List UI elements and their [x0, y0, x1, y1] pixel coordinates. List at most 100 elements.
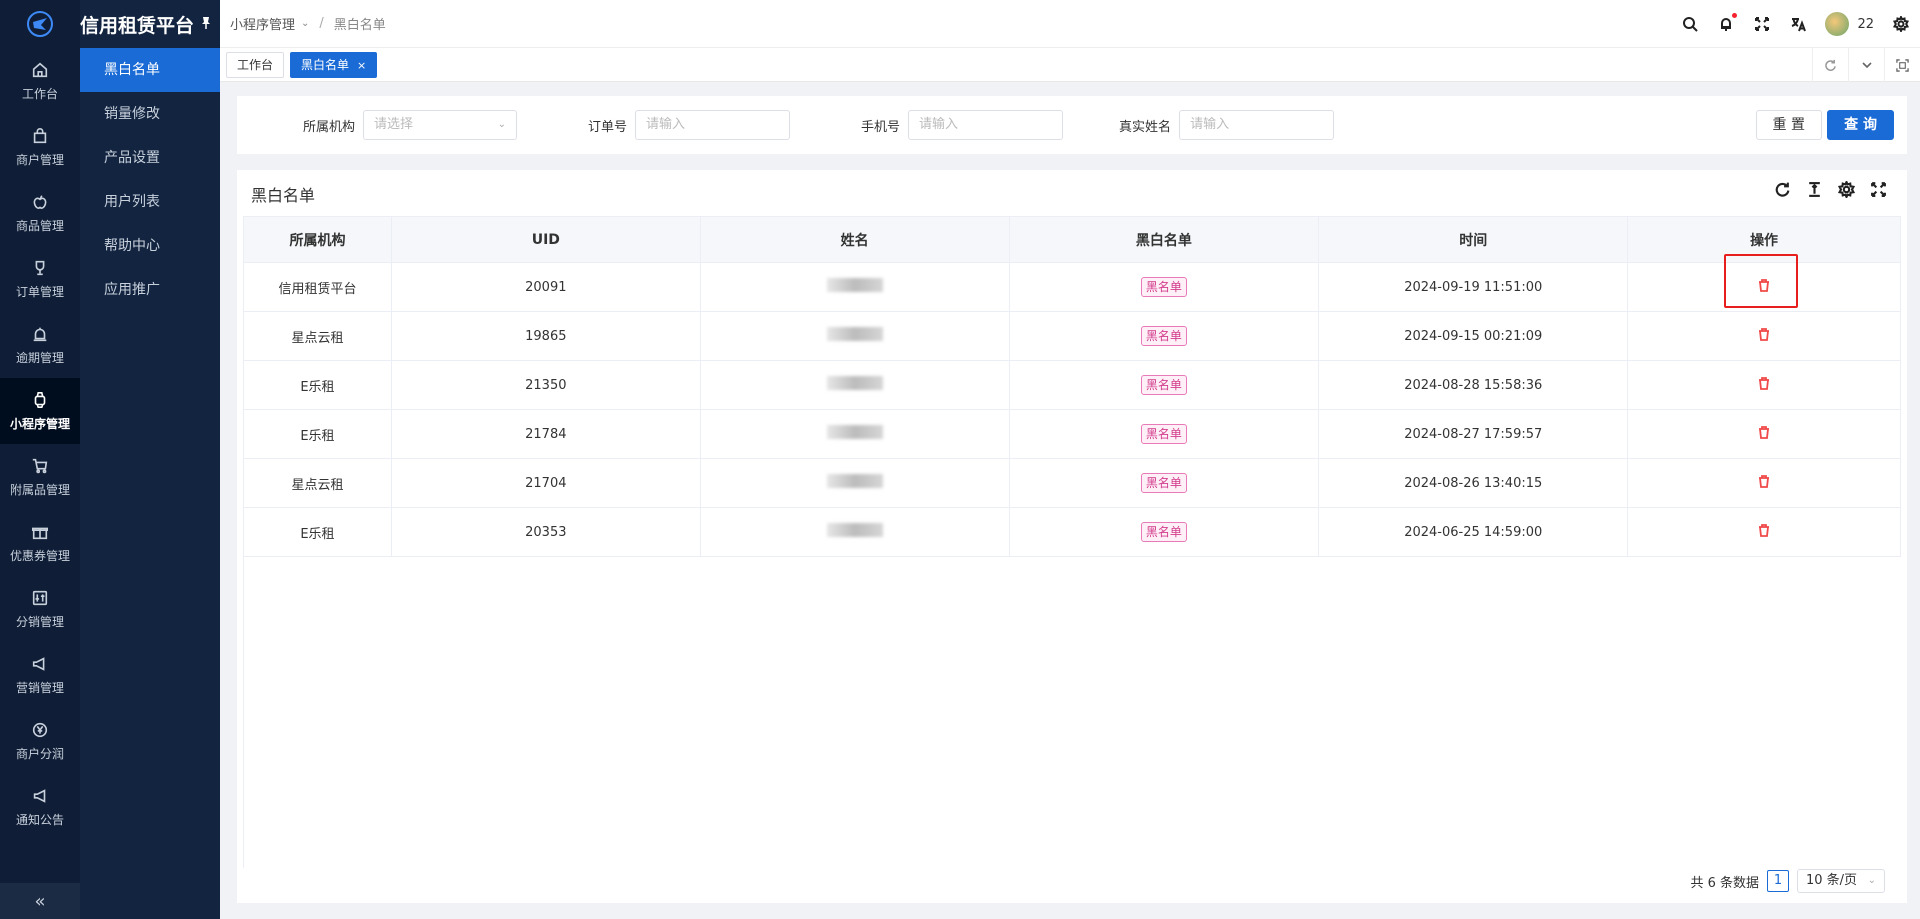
column-height-icon[interactable] — [1805, 180, 1823, 198]
column-header[interactable]: 所属机构 — [243, 216, 392, 263]
rail-item-coupon[interactable]: 优惠券管理 — [0, 510, 80, 576]
notification-dot — [1732, 13, 1738, 18]
fullscreen-icon[interactable] — [1869, 180, 1887, 198]
rail-item-label: 订单管理 — [15, 284, 64, 299]
subnav-item-sales-edit[interactable]: 销量修改 — [80, 92, 220, 136]
rail-item-notice[interactable]: 通知公告 — [0, 774, 80, 840]
watch-icon — [34, 391, 46, 408]
blacklist-table: 所属机构 UID 姓名 黑白名单 时间 操作 信用租赁平台 20091 黑名单 … — [243, 216, 1901, 557]
sliders-icon — [32, 590, 48, 605]
subnav-item-user-list[interactable]: 用户列表 — [80, 180, 220, 224]
rail-item-label: 优惠券管理 — [9, 548, 70, 563]
tab-blacklist[interactable]: 黑白名单 × — [290, 51, 378, 78]
org-select-placeholder: 请选择 — [374, 117, 414, 132]
column-header[interactable]: 黑白名单 — [1008, 216, 1320, 263]
breadcrumb: 小程序管理 ⌄ / 黑白名单 — [220, 14, 386, 33]
rail-item-goods[interactable]: 商品管理 — [0, 180, 80, 246]
rail-item-distribution[interactable]: 分销管理 — [0, 576, 80, 642]
chevron-down-icon[interactable]: ⌄ — [301, 18, 309, 29]
translate-icon[interactable] — [1789, 15, 1807, 33]
trash-icon[interactable] — [1757, 523, 1771, 541]
trash-icon[interactable] — [1757, 278, 1771, 296]
maximize-icon[interactable] — [1884, 48, 1920, 82]
rail-item-orders[interactable]: 订单管理 — [0, 246, 80, 312]
phone-label: 手机号 — [861, 119, 901, 135]
table-row: E乐租 20353 黑名单 2024-06-25 14:59:00 — [243, 507, 1901, 557]
avatar[interactable] — [1825, 12, 1850, 36]
page-size-select[interactable]: 10 条/页 ⌄ — [1797, 869, 1885, 893]
chevron-down-icon[interactable] — [1848, 48, 1884, 82]
pagination: 共 6 条数据 1 10 条/页 ⌄ — [1690, 869, 1885, 893]
rail-item-label: 商户分润 — [15, 746, 64, 761]
trash-icon[interactable] — [1757, 425, 1771, 443]
trash-icon[interactable] — [1757, 474, 1771, 492]
alarm-icon — [33, 327, 47, 341]
time-cell: 2024-08-26 13:40:15 — [1318, 458, 1629, 508]
phone-input[interactable]: 请输入 — [908, 110, 1064, 140]
rail-item-merchant[interactable]: 商户管理 — [0, 114, 80, 180]
table-row: 星点云租 21704 黑名单 2024-08-26 13:40:15 — [243, 458, 1901, 508]
table-title: 黑白名单 — [251, 186, 316, 205]
org-select[interactable]: 请选择 ⌄ — [363, 110, 518, 140]
rail-item-label: 商品管理 — [15, 218, 64, 233]
rail-item-profit[interactable]: 商户分润 — [0, 708, 80, 774]
rail-item-miniprogram[interactable]: 小程序管理 — [0, 378, 80, 444]
time-cell: 2024-08-27 17:59:57 — [1318, 409, 1629, 459]
subnav-item-product-settings[interactable]: 产品设置 — [80, 136, 220, 180]
close-icon[interactable]: × — [357, 59, 366, 72]
list-cell: 黑名单 — [1009, 409, 1320, 459]
reset-button[interactable]: 重 置 — [1755, 110, 1822, 140]
list-cell: 黑名单 — [1009, 262, 1320, 312]
realname-input[interactable]: 请输入 — [1179, 110, 1335, 140]
column-header[interactable]: 操作 — [1627, 216, 1901, 263]
org-cell: E乐租 — [243, 409, 392, 459]
realname-label: 真实姓名 — [1119, 119, 1172, 135]
action-cell — [1627, 262, 1901, 312]
refresh-icon[interactable] — [1773, 180, 1791, 198]
list-cell: 黑名单 — [1009, 507, 1320, 557]
table-row: 信用租赁平台 20091 黑名单 2024-09-19 11:51:00 — [243, 262, 1901, 312]
time-cell: 2024-08-28 15:58:36 — [1318, 360, 1629, 410]
uid-cell: 20353 — [391, 507, 701, 557]
tab-workbench[interactable]: 工作台 — [226, 51, 285, 78]
order-input[interactable]: 请输入 — [635, 110, 791, 140]
username[interactable]: 22 — [1857, 17, 1874, 32]
name-cell — [700, 507, 1010, 557]
column-header[interactable]: 姓名 — [699, 216, 1010, 263]
collapse-button[interactable]: « — [0, 883, 80, 919]
subnav-item-help-center[interactable]: 帮助中心 — [80, 224, 220, 268]
logo — [0, 0, 80, 48]
pin-icon[interactable] — [200, 16, 214, 30]
subnav-item-blacklist[interactable]: 黑白名单 — [80, 48, 220, 92]
page-size-value: 10 条/页 — [1806, 873, 1858, 888]
org-cell: E乐租 — [243, 507, 392, 557]
phone-input-placeholder: 请输入 — [919, 117, 959, 132]
rail-item-label: 附属品管理 — [9, 482, 70, 497]
query-button[interactable]: 查 询 — [1827, 110, 1894, 140]
subnav-item-app-promotion[interactable]: 应用推广 — [80, 268, 220, 312]
app-title-text: 信用租赁平台 — [80, 14, 195, 37]
page-tabs: 工作台 黑白名单 × — [220, 48, 1920, 82]
refresh-icon[interactable] — [1812, 48, 1848, 82]
chevron-down-icon: ⌄ — [1867, 875, 1876, 886]
rail-item-label: 商户管理 — [15, 152, 64, 167]
trash-icon[interactable] — [1757, 327, 1771, 345]
uid-cell: 19865 — [391, 311, 701, 361]
breadcrumb-parent[interactable]: 小程序管理 — [230, 14, 295, 33]
rail-item-accessory[interactable]: 附属品管理 — [0, 444, 80, 510]
rail-item-overdue[interactable]: 逾期管理 — [0, 312, 80, 378]
fullscreen-icon[interactable] — [1753, 15, 1771, 33]
search-icon[interactable] — [1681, 15, 1699, 33]
trash-icon[interactable] — [1757, 376, 1771, 394]
page-button[interactable]: 1 — [1767, 870, 1789, 892]
rail-item-workbench[interactable]: 工作台 — [0, 48, 80, 114]
gear-icon[interactable] — [1892, 15, 1910, 33]
rail-item-marketing[interactable]: 营销管理 — [0, 642, 80, 708]
gear-icon[interactable] — [1837, 180, 1855, 198]
status-badge: 黑名单 — [1140, 375, 1187, 395]
name-cell — [700, 311, 1010, 361]
column-header[interactable]: UID — [390, 216, 701, 263]
table-row: 星点云租 19865 黑名单 2024-09-15 00:21:09 — [243, 311, 1901, 361]
column-header[interactable]: 时间 — [1318, 216, 1629, 263]
bell-icon[interactable] — [1717, 13, 1738, 33]
